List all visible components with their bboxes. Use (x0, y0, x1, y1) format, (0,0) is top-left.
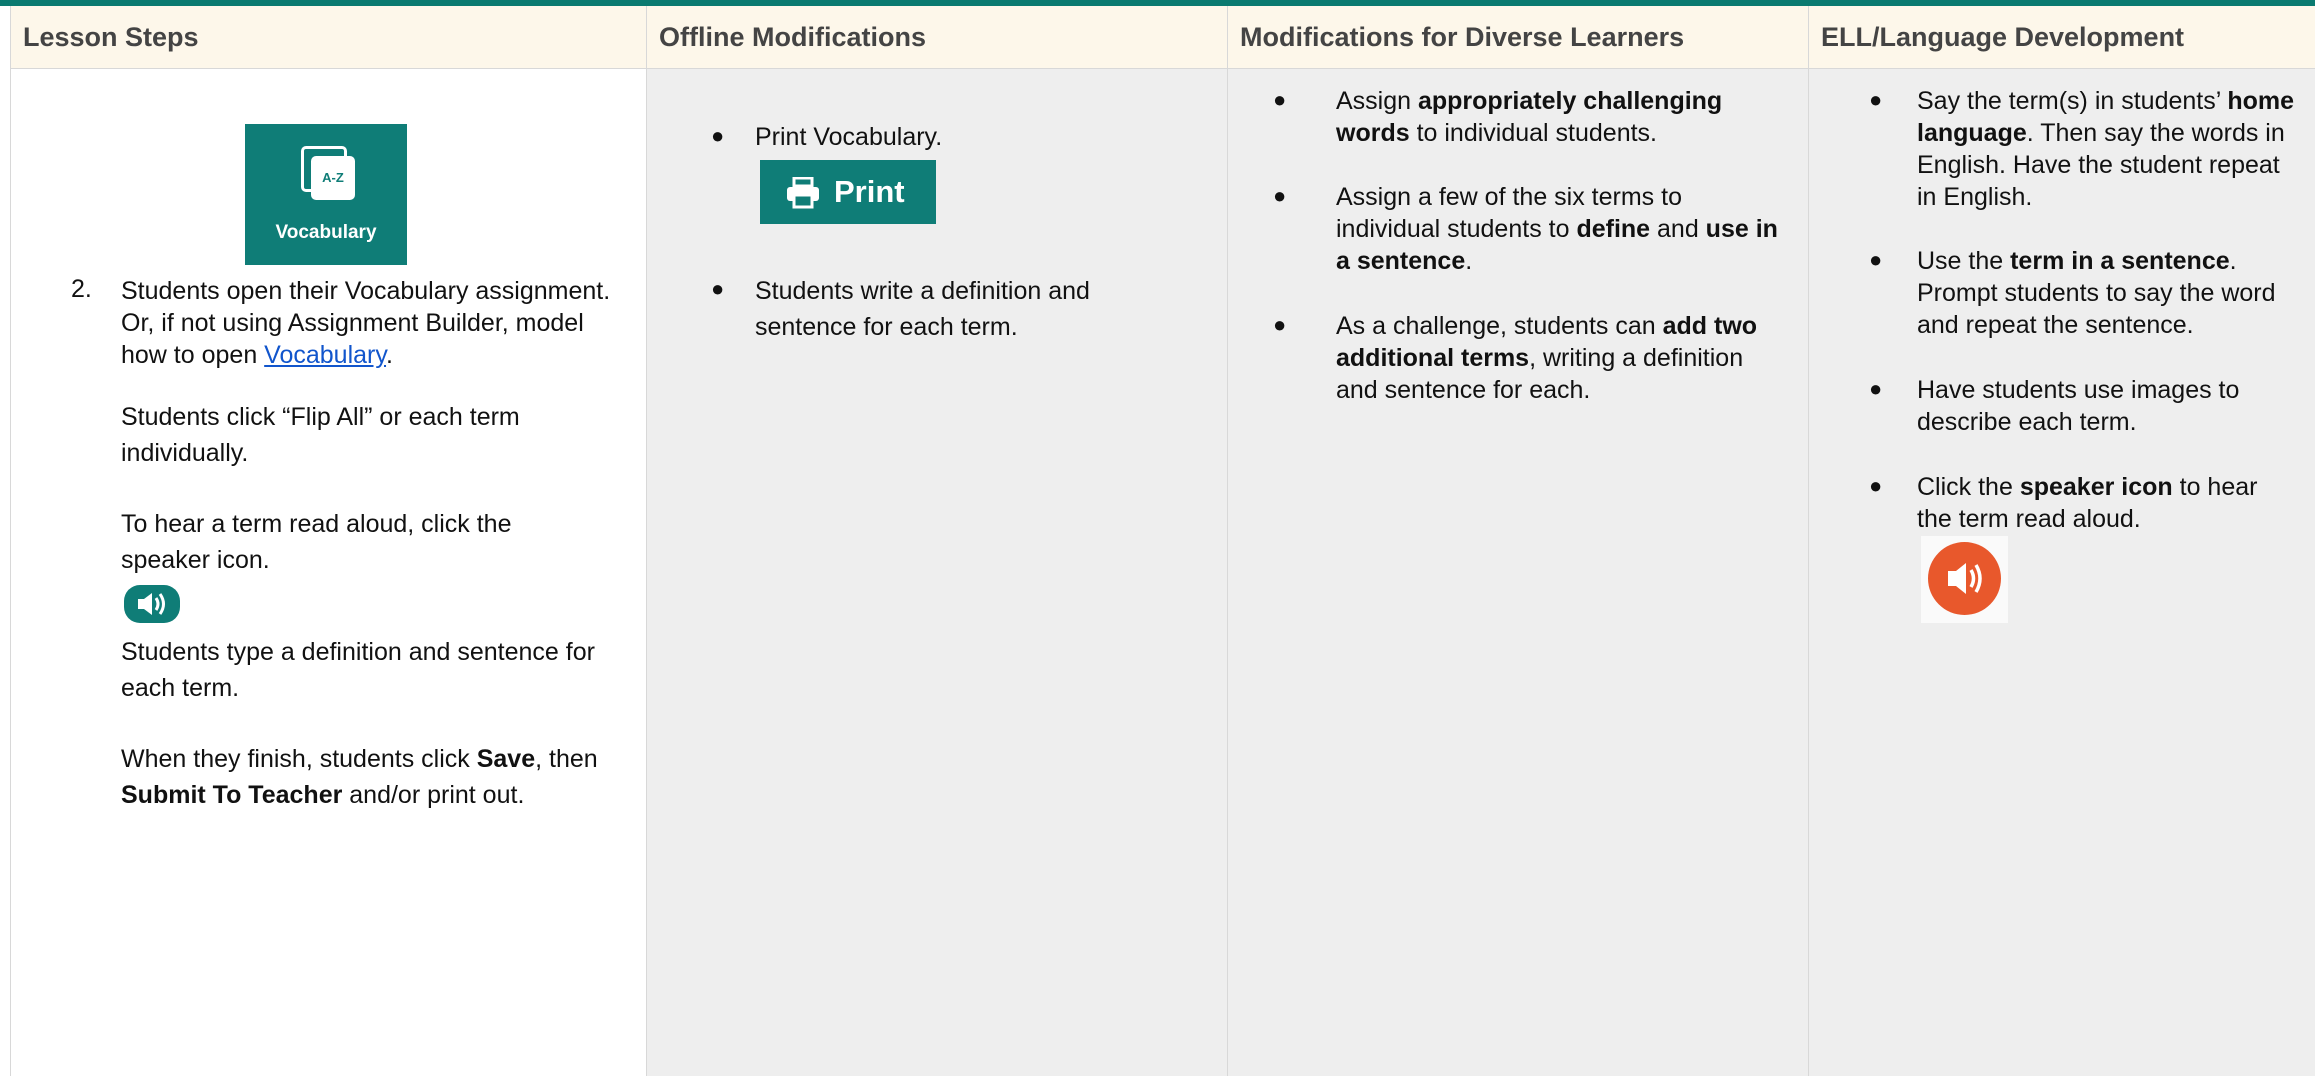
step-number: 2. (71, 275, 92, 303)
type-definition-text: Students type a definition and sentence … (121, 638, 595, 702)
save-label: Save (476, 745, 536, 773)
ell-bullet-3: Have students use images to describe eac… (1917, 376, 2240, 436)
offline-bullet-print: Print Vocabulary. (755, 123, 943, 151)
vocabulary-tile-label: Vocabulary (275, 222, 377, 243)
bullet: ● (1869, 87, 1883, 112)
lesson-steps-cell: A-Z Vocabulary 2. Students open their Vo… (10, 68, 647, 1076)
vocabulary-link[interactable]: Vocabulary (264, 341, 386, 369)
hear-term-text: To hear a term read aloud, click the spe… (121, 510, 512, 574)
diverse-learners-cell: ● Assign appropriately challenging words… (1227, 68, 1809, 1076)
ell-language-cell: ● Say the term(s) in students’ home lang… (1808, 68, 2315, 1076)
bullet: ● (1273, 183, 1287, 208)
vocabulary-cards-icon: A-Z (301, 146, 355, 200)
bullet: ● (1869, 247, 1883, 272)
offline-bullet-write: Students write a definition and sentence… (755, 277, 1090, 341)
bullet: ● (1273, 312, 1287, 337)
bullet: ● (1869, 473, 1883, 498)
ell-bullet-4: Click the speaker icon to hear the term … (1917, 473, 2258, 533)
step-open-text: Students open their Vocabulary assignmen… (121, 277, 611, 369)
header-ell-language: ELL/Language Development (1808, 6, 2315, 69)
submit-label: Submit To Teacher (121, 781, 343, 809)
bullet: ● (1273, 87, 1287, 112)
header-diverse-learners: Modifications for Diverse Learners (1227, 6, 1809, 69)
diverse-bullet-1: Assign appropriately challenging words t… (1336, 87, 1723, 147)
header-lesson-steps: Lesson Steps (10, 6, 647, 69)
flip-all-text: Students click “Flip All” or each term i… (121, 403, 520, 467)
speaker-button (1921, 536, 2008, 623)
offline-modifications-cell: ● Print Vocabulary. Print ● Students wri… (646, 68, 1228, 1076)
bullet: ● (711, 123, 725, 148)
print-button[interactable]: Print (760, 160, 936, 224)
bullet: ● (1869, 376, 1883, 401)
speaker-icon (1928, 542, 2001, 615)
speaker-icon (124, 585, 180, 623)
bullet: ● (711, 276, 725, 301)
header-offline-modifications: Offline Modifications (646, 6, 1228, 69)
lesson-table: Lesson Steps Offline Modifications Modif… (10, 6, 2315, 1076)
ell-bullet-2: Use the term in a sentence. Prompt stude… (1917, 247, 2276, 339)
finish-text: When they finish, students click Save, t… (121, 745, 598, 809)
diverse-bullet-3: As a challenge, students can add two add… (1336, 312, 1758, 404)
diverse-bullet-2: Assign a few of the six terms to individ… (1336, 183, 1778, 275)
print-icon (787, 177, 819, 209)
ell-bullet-1: Say the term(s) in students’ home langua… (1917, 87, 2294, 211)
vocabulary-tile[interactable]: A-Z Vocabulary (245, 124, 407, 265)
